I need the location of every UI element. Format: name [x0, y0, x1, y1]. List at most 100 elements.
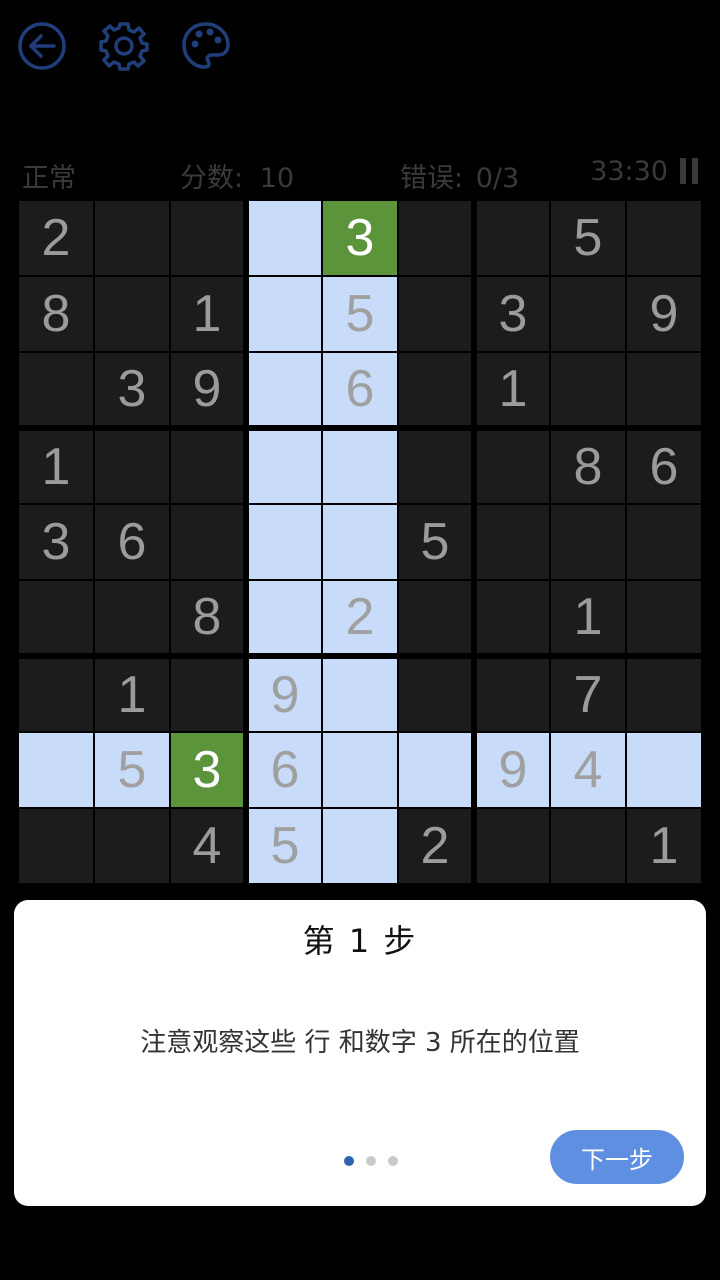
tutorial-title: 第 1 步	[302, 922, 418, 960]
sudoku-cell-r9c8[interactable]	[550, 808, 626, 884]
sudoku-cell-r4c6[interactable]	[398, 428, 474, 504]
sudoku-cell-r9c4[interactable]: 5	[246, 808, 322, 884]
sudoku-cell-r3c8[interactable]	[550, 352, 626, 428]
sudoku-cell-r2c6[interactable]	[398, 276, 474, 352]
sudoku-cell-r5c8[interactable]	[550, 504, 626, 580]
sudoku-cell-r1c1[interactable]: 2	[18, 200, 94, 276]
sudoku-cell-r5c9[interactable]	[626, 504, 702, 580]
sudoku-cell-r2c9[interactable]: 9	[626, 276, 702, 352]
sudoku-cell-r6c1[interactable]	[18, 580, 94, 656]
sudoku-cell-r9c6[interactable]: 2	[398, 808, 474, 884]
palette-icon[interactable]	[180, 20, 232, 72]
sudoku-cell-r5c7[interactable]	[474, 504, 550, 580]
sudoku-cell-r7c6[interactable]	[398, 656, 474, 732]
next-step-button[interactable]: 下一步	[550, 1130, 684, 1184]
sudoku-cell-r1c5[interactable]: 3	[322, 200, 398, 276]
sudoku-cell-r3c9[interactable]	[626, 352, 702, 428]
sudoku-cell-r1c7[interactable]	[474, 200, 550, 276]
sudoku-cell-r7c3[interactable]	[170, 656, 246, 732]
sudoku-cell-r7c5[interactable]	[322, 656, 398, 732]
sudoku-cell-r3c5[interactable]: 6	[322, 352, 398, 428]
sudoku-cell-r4c1[interactable]: 1	[18, 428, 94, 504]
sudoku-cell-r1c6[interactable]	[398, 200, 474, 276]
sudoku-cell-r7c1[interactable]	[18, 656, 94, 732]
sudoku-cell-r1c3[interactable]	[170, 200, 246, 276]
sudoku-cell-r1c2[interactable]	[94, 200, 170, 276]
sudoku-cell-r5c6[interactable]: 5	[398, 504, 474, 580]
sudoku-cell-r1c4[interactable]	[246, 200, 322, 276]
sudoku-cell-r8c1[interactable]	[18, 732, 94, 808]
sudoku-cell-r8c4[interactable]: 6	[246, 732, 322, 808]
sudoku-cell-r9c9[interactable]: 1	[626, 808, 702, 884]
sudoku-cell-r9c2[interactable]	[94, 808, 170, 884]
sudoku-cell-r9c5[interactable]	[322, 808, 398, 884]
tutorial-card: 第 1 步 注意观察这些 行 和数字 3 所在的位置 下一步	[14, 900, 706, 1206]
top-toolbar	[16, 20, 232, 72]
sudoku-cell-r8c3[interactable]: 3	[170, 732, 246, 808]
sudoku-cell-r5c1[interactable]: 3	[18, 504, 94, 580]
pause-icon[interactable]	[680, 158, 698, 184]
sudoku-cell-r6c6[interactable]	[398, 580, 474, 656]
sudoku-cell-r3c7[interactable]: 1	[474, 352, 550, 428]
error-display: 错误: 0/3	[400, 156, 519, 195]
sudoku-cell-r2c7[interactable]: 3	[474, 276, 550, 352]
sudoku-cell-r4c8[interactable]: 8	[550, 428, 626, 504]
sudoku-cell-r6c7[interactable]	[474, 580, 550, 656]
score-value: 10	[259, 163, 295, 194]
sudoku-cell-r1c8[interactable]: 5	[550, 200, 626, 276]
sudoku-cell-r6c5[interactable]: 2	[322, 580, 398, 656]
sudoku-cell-r4c2[interactable]	[94, 428, 170, 504]
sudoku-cell-r5c3[interactable]	[170, 504, 246, 580]
sudoku-cell-r8c9[interactable]	[626, 732, 702, 808]
sudoku-cell-r6c3[interactable]: 8	[170, 580, 246, 656]
sudoku-cell-r6c9[interactable]	[626, 580, 702, 656]
sudoku-cell-r8c5[interactable]	[322, 732, 398, 808]
errors-value: 0/3	[475, 163, 520, 194]
score-label: 分数:	[180, 163, 244, 194]
sudoku-cell-r6c8[interactable]: 1	[550, 580, 626, 656]
status-bar: 正常 分数: 10 错误: 0/3 33:30	[20, 150, 700, 194]
sudoku-cell-r6c2[interactable]	[94, 580, 170, 656]
sudoku-cell-r5c4[interactable]	[246, 504, 322, 580]
sudoku-cell-r5c5[interactable]	[322, 504, 398, 580]
sudoku-cell-r9c1[interactable]	[18, 808, 94, 884]
sudoku-cell-r9c7[interactable]	[474, 808, 550, 884]
sudoku-cell-r3c4[interactable]	[246, 352, 322, 428]
tutorial-message: 注意观察这些 行 和数字 3 所在的位置	[140, 1028, 580, 1058]
sudoku-cell-r4c9[interactable]: 6	[626, 428, 702, 504]
sudoku-cell-r9c3[interactable]: 4	[170, 808, 246, 884]
sudoku-cell-r2c4[interactable]	[246, 276, 322, 352]
gear-icon[interactable]	[98, 20, 150, 72]
sudoku-cell-r3c2[interactable]: 3	[94, 352, 170, 428]
sudoku-cell-r2c5[interactable]: 5	[322, 276, 398, 352]
errors-label: 错误:	[400, 163, 464, 194]
sudoku-cell-r8c6[interactable]	[398, 732, 474, 808]
sudoku-cell-r7c4[interactable]: 9	[246, 656, 322, 732]
sudoku-cell-r7c7[interactable]	[474, 656, 550, 732]
sudoku-cell-r7c2[interactable]: 1	[94, 656, 170, 732]
sudoku-cell-r3c6[interactable]	[398, 352, 474, 428]
sudoku-cell-r1c9[interactable]	[626, 200, 702, 276]
score-display: 分数: 10	[180, 156, 294, 195]
sudoku-cell-r2c3[interactable]: 1	[170, 276, 246, 352]
sudoku-cell-r3c1[interactable]	[18, 352, 94, 428]
sudoku-cell-r4c3[interactable]	[170, 428, 246, 504]
sudoku-cell-r3c3[interactable]: 9	[170, 352, 246, 428]
sudoku-cell-r6c4[interactable]	[246, 580, 322, 656]
sudoku-cell-r8c7[interactable]: 9	[474, 732, 550, 808]
sudoku-cell-r7c8[interactable]: 7	[550, 656, 626, 732]
back-arrow-icon[interactable]	[16, 20, 68, 72]
sudoku-cell-r2c2[interactable]	[94, 276, 170, 352]
sudoku-cell-r2c1[interactable]: 8	[18, 276, 94, 352]
sudoku-cell-r4c4[interactable]	[246, 428, 322, 504]
sudoku-cell-r4c5[interactable]	[322, 428, 398, 504]
sudoku-cell-r7c9[interactable]	[626, 656, 702, 732]
sudoku-grid: 235815393961186365821197536944521	[18, 200, 702, 884]
sudoku-cell-r4c7[interactable]	[474, 428, 550, 504]
sudoku-cell-r8c8[interactable]: 4	[550, 732, 626, 808]
sudoku-cell-r8c2[interactable]: 5	[94, 732, 170, 808]
timer: 33:30	[590, 156, 668, 187]
sudoku-cell-r2c8[interactable]	[550, 276, 626, 352]
sudoku-cell-r5c2[interactable]: 6	[94, 504, 170, 580]
page-dot	[388, 1156, 398, 1166]
